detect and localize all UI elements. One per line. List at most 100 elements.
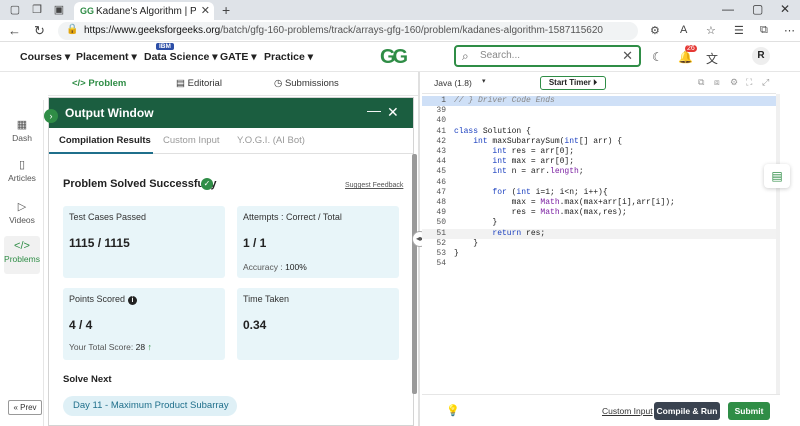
code-line[interactable]: 39 <box>422 106 776 116</box>
line-number: 41 <box>436 126 446 136</box>
code-line[interactable]: 40 <box>422 116 776 126</box>
address-bar-row: ← ↻ 🔒 https://www.geeksforgeeks.org/batc… <box>0 20 800 42</box>
search-placeholder: Search... <box>480 50 521 61</box>
fullscreen-icon[interactable]: ⛶ <box>746 77 752 88</box>
close-tab-icon[interactable]: ✕ <box>201 4 210 17</box>
tab-compilation-results[interactable]: Compilation Results <box>59 135 151 146</box>
code-line[interactable]: 47 for (int i=1; i<n; i++){ <box>422 188 776 198</box>
new-tab-button[interactable]: + <box>222 2 230 18</box>
tab-submissions[interactable]: ◷ Submissions <box>274 78 339 89</box>
prev-button[interactable]: « Prev <box>8 400 42 415</box>
code-text: class Solution { <box>454 126 531 136</box>
expand-icon[interactable]: ⤢ <box>762 77 769 88</box>
browser-tab-bar: ▢ ❐ ▣ GG Kadane's Algorithm | Practice |… <box>0 0 800 20</box>
points-label: Points Scored i <box>69 294 138 305</box>
search-input[interactable]: ⌕ Search... ✕ <box>454 45 641 67</box>
expand-handle-icon[interactable]: › <box>44 109 58 123</box>
menu-placement[interactable]: Placement ▾ <box>76 51 137 63</box>
chevron-down-icon: ▾ <box>482 78 486 85</box>
close-window-icon[interactable]: ✕ <box>780 2 790 16</box>
compile-run-button[interactable]: Compile & Run <box>654 402 720 420</box>
code-line[interactable]: 49 res = Math.max(max,res); <box>422 208 776 218</box>
clear-search-icon[interactable]: ✕ <box>622 48 633 64</box>
rail-item-dash[interactable]: ▦ Dash <box>4 114 40 152</box>
rail-item-problems[interactable]: </> Problems <box>4 236 40 274</box>
tab-problem[interactable]: </> Problem <box>72 78 126 89</box>
suggest-feedback-link[interactable]: Suggest Feedback <box>345 182 403 189</box>
profile-icon[interactable]: ▢ <box>8 3 22 17</box>
start-timer-button[interactable]: Start Timer ⏵ <box>540 76 606 90</box>
extensions-icon[interactable]: ⚙ <box>650 24 660 37</box>
menu-practice[interactable]: Practice ▾ <box>264 51 313 63</box>
translate-icon[interactable]: 文 <box>706 50 718 67</box>
more-icon[interactable]: ⋯ <box>784 24 795 37</box>
code-line[interactable]: 42 int maxSubarraySum(int[] arr) { <box>422 137 776 147</box>
gfg-logo[interactable]: GG <box>380 46 408 69</box>
maximize-icon[interactable]: ▢ <box>752 2 763 16</box>
tab-custom-input[interactable]: Custom Input <box>163 135 220 146</box>
code-line[interactable]: 50 } <box>422 218 776 228</box>
rail-item-videos[interactable]: ▷ Videos <box>4 196 40 234</box>
tab-editorial[interactable]: ▤ Editorial <box>176 78 222 89</box>
workspaces-icon[interactable]: ❐ <box>30 3 44 17</box>
minimize-output-icon[interactable]: — <box>367 102 381 118</box>
code-line[interactable]: 45 int n = arr.length; <box>422 167 776 177</box>
chat-icon[interactable]: ▤ <box>764 164 790 188</box>
time-card: Time Taken 0.34 <box>237 288 399 360</box>
code-line[interactable]: 46 <box>422 178 776 188</box>
line-number: 47 <box>436 187 446 197</box>
editor-toolbar: Java (1.8) ▾ Start Timer ⏵ ⧉ ⧈ ⚙ ⛶ ⤢ <box>422 72 776 94</box>
ibm-badge: IBM <box>156 43 174 50</box>
browser-tab-active[interactable]: GG Kadane's Algorithm | Practice | Ge ✕ <box>74 2 214 20</box>
rail-item-articles[interactable]: ▯ Articles <box>4 154 40 192</box>
submit-button[interactable]: Submit <box>728 402 770 420</box>
code-line[interactable]: 48 max = Math.max(max+arr[i],arr[i]); <box>422 198 776 208</box>
info-icon[interactable]: i <box>128 296 138 305</box>
collections-icon[interactable]: ⧉ <box>760 24 768 37</box>
refresh-icon[interactable]: ↻ <box>34 23 45 39</box>
star-icon[interactable]: ☆ <box>706 24 716 37</box>
code-line[interactable]: 41 class Solution { <box>422 127 776 137</box>
avatar[interactable]: R <box>752 47 770 65</box>
theme-toggle-icon[interactable]: ☾ <box>652 50 663 64</box>
copy-icon[interactable]: ⧉ <box>698 77 704 88</box>
menu-courses[interactable]: Courses ▾ <box>20 51 70 63</box>
settings-icon[interactable]: ⚙ <box>730 77 738 88</box>
points-card: Points Scored i 4 / 4 Your Total Score: 2… <box>63 288 225 360</box>
menu-data-science[interactable]: Data Science ▾ <box>144 51 218 63</box>
close-output-icon[interactable]: ✕ <box>387 104 399 121</box>
tab-actions-icon[interactable]: ▣ <box>52 3 66 17</box>
read-aloud-icon[interactable]: A <box>680 24 687 36</box>
code-text: int n = arr.length; <box>492 167 584 177</box>
code-line[interactable]: 43 int res = arr[0]; <box>422 147 776 157</box>
status-heading: Problem Solved Successfully <box>63 178 217 190</box>
language-select[interactable]: Java (1.8) <box>434 78 472 88</box>
custom-input-link[interactable]: Custom Input <box>602 406 653 416</box>
editor-scrollbar[interactable] <box>776 94 780 394</box>
code-text: int res = arr[0]; <box>492 147 575 156</box>
code-line[interactable]: 1 // } Driver Code Ends <box>422 96 776 106</box>
notification-badge: 26 <box>685 45 697 52</box>
tab-yogi-ai-bot[interactable]: Y.O.G.I. (AI Bot) <box>237 135 305 146</box>
code-text: // } Driver Code Ends <box>454 96 555 105</box>
lightbulb-icon[interactable]: 💡 <box>446 404 460 417</box>
code-editor[interactable]: 1 // } Driver Code Ends 39 40 41 class Soluti… <box>422 94 776 394</box>
points-value: 4 / 4 <box>69 318 93 332</box>
code-line[interactable]: 52 } <box>422 239 776 249</box>
code-text: for (int i=1; i<n; i++){ <box>492 187 608 197</box>
test-cases-card: Test Cases Passed 1115 / 1115 <box>63 206 225 278</box>
bell-icon[interactable]: 🔔 <box>678 50 693 64</box>
output-scrollbar[interactable] <box>412 154 417 394</box>
reset-icon[interactable]: ⧈ <box>714 77 720 88</box>
code-line[interactable]: 51 return res; <box>422 228 776 239</box>
minimize-icon[interactable]: — <box>722 2 734 16</box>
code-line[interactable]: 54 <box>422 259 776 269</box>
code-line[interactable]: 44 int max = arr[0]; <box>422 157 776 167</box>
favorites-icon[interactable]: ☰ <box>734 24 744 37</box>
back-icon[interactable]: ← <box>8 23 21 38</box>
panel-divider[interactable] <box>418 72 420 426</box>
menu-gate[interactable]: GATE ▾ <box>220 51 257 63</box>
code-line[interactable]: 53} <box>422 249 776 259</box>
url-field[interactable]: 🔒 https://www.geeksforgeeks.org/batch/gf… <box>58 22 638 40</box>
solve-next-chip[interactable]: Day 11 - Maximum Product Subarray <box>63 396 237 416</box>
